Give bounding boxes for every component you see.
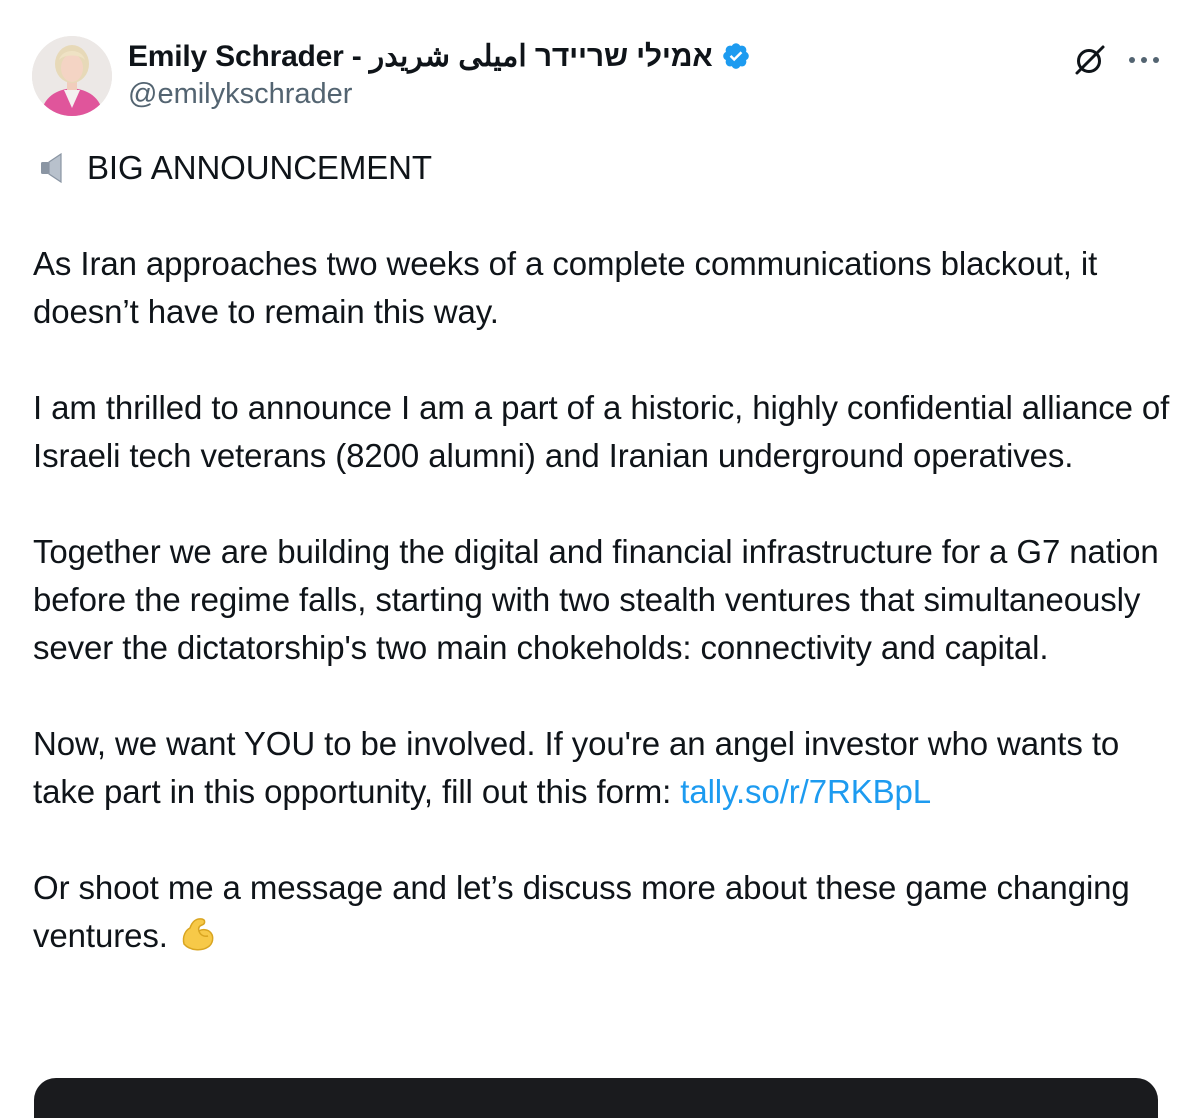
tweet-paragraph-4-text: Now, we want YOU to be involved. If you'… [33,725,1120,810]
tweet-paragraph-2: I am thrilled to announce I am a part of… [33,389,1170,474]
author-name-row[interactable]: Emily Schrader - אמילי שריידר امیلی شرید… [128,36,751,76]
tweet: Emily Schrader - אמילי שריידר امیلی شرید… [0,0,1200,1118]
avatar-image [32,36,112,116]
tweet-paragraph-3: Together we are building the digital and… [33,533,1159,666]
author-display-name[interactable]: Emily Schrader - אמילי שריידר امیلی شرید… [128,39,713,74]
grok-icon [1075,45,1105,75]
media-preview[interactable] [34,1078,1158,1118]
verified-badge-icon[interactable] [721,41,751,71]
announcement-line: BIG ANNOUNCEMENT [33,144,1173,192]
tweet-paragraph-1: As Iran approaches two weeks of a comple… [33,245,1098,330]
more-options-button[interactable] [1124,40,1164,80]
tweet-text: BIG ANNOUNCEMENT As Iran approaches two … [33,144,1173,960]
author-handle[interactable]: @emilykschrader [128,78,352,111]
form-link[interactable]: tally.so/r/7RKBpL [680,773,931,810]
announcement-text: BIG ANNOUNCEMENT [87,149,432,186]
grok-button[interactable] [1070,40,1110,80]
flexed-biceps-emoji-icon [178,914,218,954]
tweet-paragraph-4: Now, we want YOU to be involved. If you'… [33,720,1173,816]
tweet-paragraph-5: Or shoot me a message and let’s discuss … [33,864,1173,960]
avatar[interactable] [32,36,112,116]
speaker-icon [35,150,71,186]
more-options-icon [1129,57,1159,63]
